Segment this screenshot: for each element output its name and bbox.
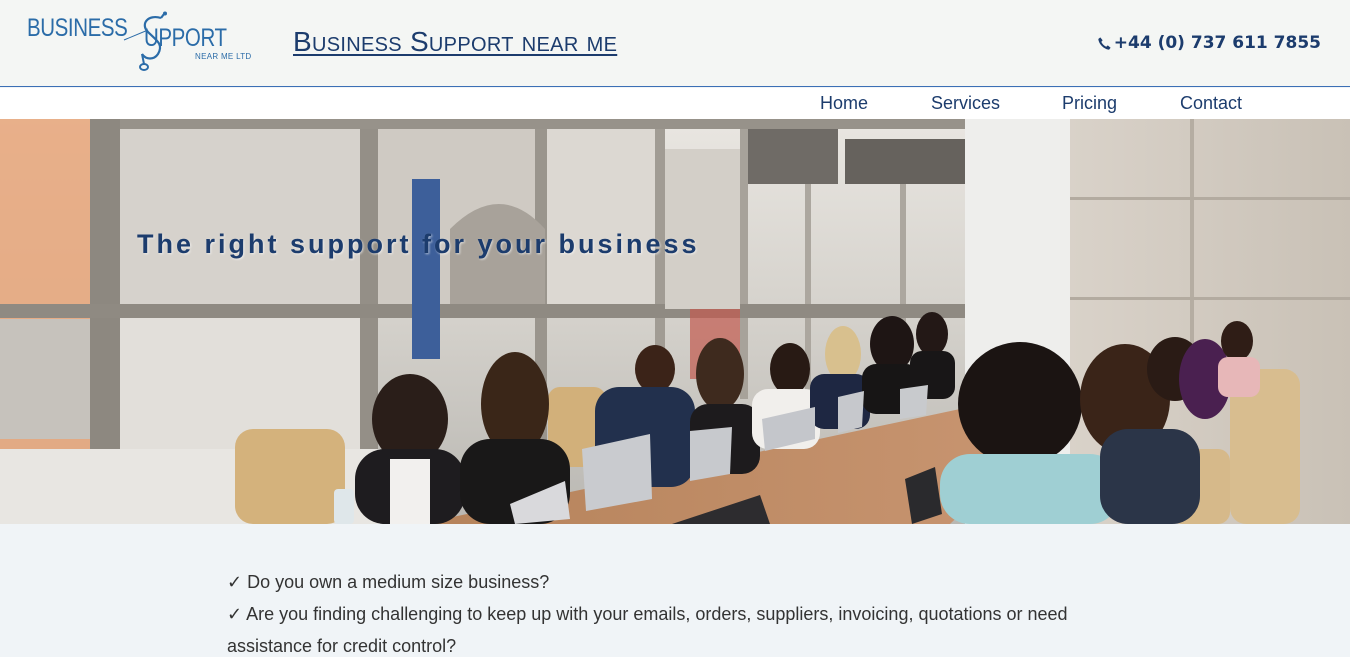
phone-contact[interactable]: +44 (0) 737 611 7855 — [1097, 33, 1321, 53]
nav-item-services[interactable]: Services — [931, 93, 1000, 114]
hero-meeting-photo — [0, 119, 1350, 524]
hero-heading: The right support for your business — [137, 229, 700, 259]
logo-text-business: BUSINESS — [27, 14, 128, 42]
phone-number: +44 (0) 737 611 7855 — [1113, 33, 1321, 53]
logo-subtext: NEAR ME LTD — [195, 52, 252, 61]
nav-item-pricing[interactable]: Pricing — [1062, 93, 1117, 114]
phone-icon — [1098, 36, 1111, 50]
nav-item-home[interactable]: Home — [820, 93, 868, 114]
nav-item-contact[interactable]: Contact — [1180, 93, 1242, 114]
main-nav: Home Services Pricing Contact — [0, 88, 1350, 119]
hero-banner: The right support for your business — [0, 119, 1350, 524]
question-item: ✓ Are you finding challenging to keep up… — [227, 604, 1068, 656]
question-item: ✓ Do you own a medium size business? — [227, 572, 550, 592]
logo[interactable]: BUSINESS UPPORT NEAR ME LTD — [24, 10, 254, 72]
intro-questions: ✓ Do you own a medium size business? ✓ A… — [227, 566, 1127, 657]
site-title-link[interactable]: Business Support near me — [293, 26, 617, 58]
site-header: BUSINESS UPPORT NEAR ME LTD Business Sup… — [0, 0, 1350, 87]
logo-text-upport: UPPORT — [144, 24, 227, 52]
